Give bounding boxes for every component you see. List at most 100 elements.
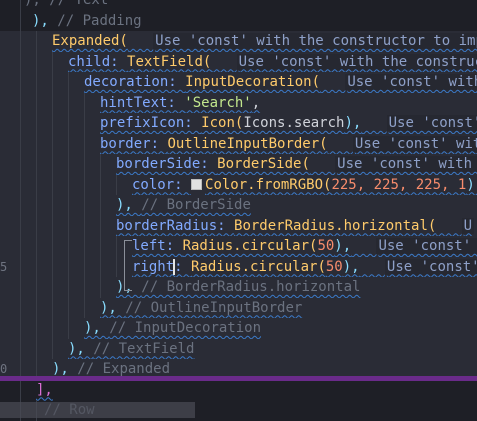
indent-guide xyxy=(52,113,53,134)
indent-guide xyxy=(100,256,101,277)
code-token: 225, 225, 225, 1 xyxy=(331,176,467,193)
indent-guide xyxy=(68,72,69,93)
indent-guide xyxy=(20,51,21,72)
indent-guide xyxy=(36,31,37,52)
code-line[interactable]: ), // InputDecoration xyxy=(0,318,477,339)
code-line[interactable]: borderSide: BorderSide( Use 'const' with… xyxy=(0,154,477,175)
code-line[interactable]: borderRadius: BorderRadius.horizontal( U xyxy=(0,215,477,237)
code-text: decoration: InputDecoration( Use 'const'… xyxy=(84,72,477,93)
code-line[interactable]: ), // BorderSide xyxy=(0,195,477,216)
code-token: // Padding xyxy=(57,12,142,29)
code-token: prefixIcon: xyxy=(100,115,202,131)
indent-guide xyxy=(36,195,37,216)
code-token: borderRadius: xyxy=(116,217,235,234)
code-token: // Expanded xyxy=(77,361,171,377)
code-token: : xyxy=(174,258,192,275)
color-swatch-icon[interactable] xyxy=(191,179,203,190)
code-line[interactable]: hintText: 'Search', xyxy=(0,92,477,114)
indent-guide xyxy=(20,236,21,257)
indent-guide xyxy=(68,277,69,298)
indent-guide xyxy=(100,154,101,175)
indent-guide xyxy=(100,277,101,298)
code-token: ), xyxy=(334,238,352,254)
code-text: prefixIcon: Icon(Icons.search), Use 'con… xyxy=(100,113,477,134)
code-text: borderRadius: BorderRadius.horizontal( U xyxy=(116,216,475,237)
code-token: Radius.circular( xyxy=(182,238,318,254)
code-line[interactable]: Expanded( Use 'const' with the construct… xyxy=(0,31,477,52)
code-token: // BorderSide xyxy=(141,197,251,213)
code-token: ), xyxy=(116,197,142,213)
code-line[interactable]: border: OutlineInputBorder( Use 'const' … xyxy=(0,133,477,154)
code-line[interactable]: color: Color.fromRGBO(225, 225, 225, 1), xyxy=(0,174,477,195)
indent-guide xyxy=(52,195,53,216)
indent-guide xyxy=(20,277,21,298)
code-token: ), xyxy=(466,176,477,193)
code-line[interactable]: child: TextField( Use 'const' with the c… xyxy=(0,51,477,73)
code-line[interactable]: left: Radius.circular(50), Use 'const' xyxy=(0,236,477,257)
indent-guide xyxy=(52,297,53,318)
line-number: 5 xyxy=(0,259,8,274)
indent-guide xyxy=(20,256,21,277)
indent-guide xyxy=(20,174,21,195)
horizontal-scrollbar[interactable] xyxy=(0,402,195,418)
code-text: hintText: 'Search', xyxy=(100,93,260,114)
code-line[interactable]: 5 right: Radius.circular(50), Use 'const' xyxy=(0,256,477,278)
code-text: child: TextField( Use 'const' with the c… xyxy=(68,52,477,73)
indent-guide xyxy=(20,338,21,359)
code-text: ), // Text xyxy=(24,0,108,11)
indent-guide xyxy=(52,92,53,113)
indent-guide xyxy=(84,113,85,134)
code-text: ), // BorderSide xyxy=(116,195,251,216)
code-token: ), xyxy=(344,115,362,131)
indent-guide xyxy=(84,215,85,236)
indent-guide xyxy=(36,92,37,113)
indent-guide xyxy=(52,72,53,93)
code-token: BorderRadius.horizontal( xyxy=(234,217,437,234)
code-token: border: xyxy=(100,135,168,152)
code-token: // InputDecoration xyxy=(109,320,262,336)
indent-guide xyxy=(116,236,117,257)
code-token: ), xyxy=(84,320,110,336)
code-token: Expanded( xyxy=(52,33,128,49)
indent-guide xyxy=(68,92,69,113)
indent-guide xyxy=(52,318,53,339)
code-token: ), xyxy=(32,12,58,29)
code-token: Icon( xyxy=(201,115,244,131)
indent-guide xyxy=(20,10,21,31)
indent-guide xyxy=(68,215,69,236)
code-line[interactable]: ), // TextField xyxy=(0,338,477,360)
indent-guide xyxy=(68,236,69,257)
indent-guide xyxy=(20,92,21,113)
indent-guide xyxy=(20,195,21,216)
code-line[interactable]: ], xyxy=(0,379,477,401)
code-line[interactable]: ), // BorderRadius.horizontal xyxy=(0,277,477,298)
indent-guide xyxy=(20,318,21,339)
code-token: 'Search' xyxy=(184,94,252,111)
code-token: right xyxy=(132,258,175,275)
code-token: Icons.search xyxy=(243,115,345,131)
code-text: Expanded( Use 'const' with the construct… xyxy=(52,31,477,52)
code-text: ), // InputDecoration xyxy=(84,318,261,339)
code-text: ], xyxy=(36,380,53,401)
indent-guide xyxy=(84,195,85,216)
code-line[interactable]: decoration: InputDecoration( Use 'const'… xyxy=(0,72,477,93)
code-token: ), xyxy=(52,361,78,377)
lint-hint: Use 'const' with t xyxy=(335,156,477,172)
indent-guide xyxy=(20,297,21,318)
code-line[interactable]: ), // OutlineInputBorder xyxy=(0,297,477,318)
indent-guide xyxy=(20,133,21,154)
code-text: right: Radius.circular(50), Use 'const' xyxy=(132,257,477,278)
code-token: // OutlineInputBorder xyxy=(125,299,303,316)
indent-guide xyxy=(84,256,85,277)
code-line[interactable]: ), // Padding xyxy=(0,10,477,31)
lint-hint: Use 'const' with xyxy=(352,135,477,152)
indent-guide xyxy=(52,277,53,298)
code-line[interactable]: ), // Text xyxy=(0,0,477,11)
code-text: ), // TextField xyxy=(68,339,194,360)
code-line[interactable]: prefixIcon: Icon(Icons.search), Use 'con… xyxy=(0,113,477,134)
indent-guide xyxy=(68,133,69,154)
indent-guide xyxy=(84,277,85,298)
code-token: // TextField xyxy=(93,340,195,357)
code-editor[interactable]: ), // Text), // Padding Expanded( Use 'co… xyxy=(0,0,477,421)
indent-guide xyxy=(52,215,53,236)
